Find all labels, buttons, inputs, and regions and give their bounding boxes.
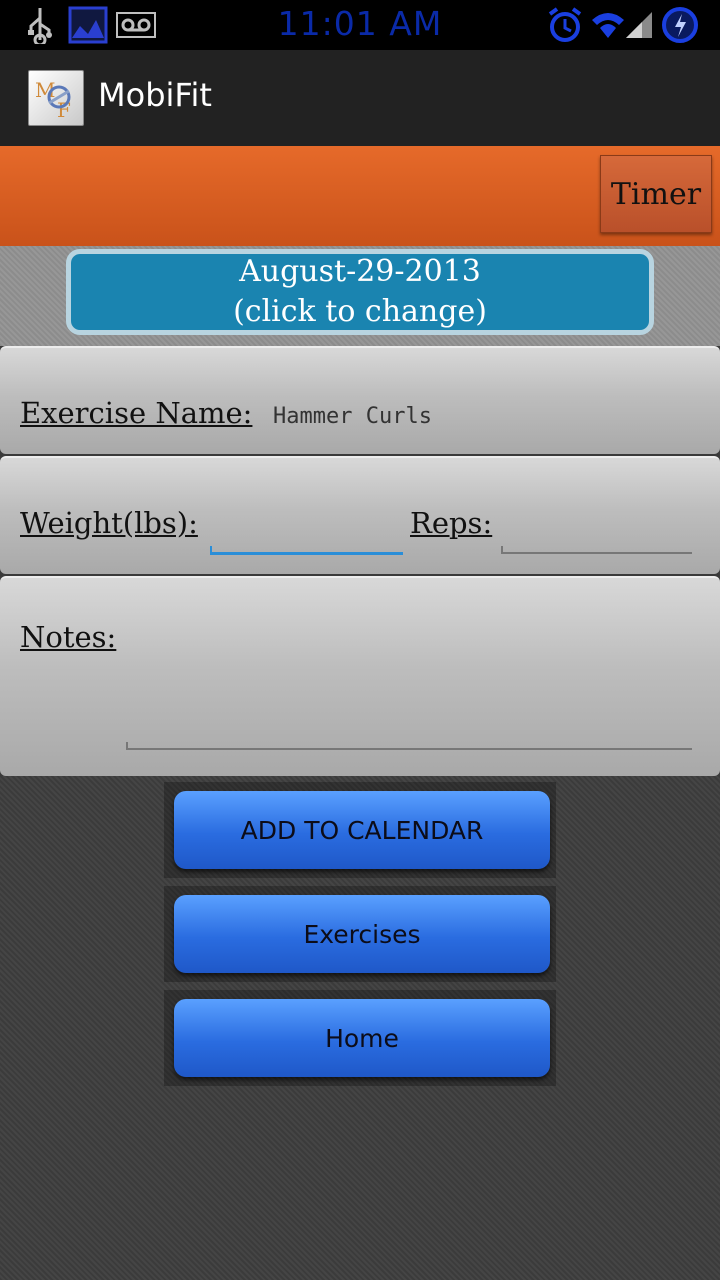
reps-input[interactable]	[501, 546, 692, 554]
notes-input[interactable]	[126, 742, 692, 750]
date-text: August-29-2013	[239, 254, 481, 289]
date-hint: (click to change)	[233, 294, 487, 329]
battery-icon	[660, 6, 700, 48]
exercise-name-value: Hammer Curls	[273, 404, 432, 429]
notes-label: Notes:	[20, 620, 117, 654]
wifi-icon	[590, 8, 626, 44]
action-bar: MF MobiFit	[0, 50, 720, 146]
status-bar: 11:01 AM	[0, 0, 720, 50]
weight-input[interactable]	[210, 546, 403, 555]
app-logo: MF	[28, 70, 84, 126]
alarm-icon	[546, 6, 584, 48]
timer-button[interactable]: Timer	[600, 155, 712, 233]
app-title: MobiFit	[98, 76, 212, 114]
reps-label: Reps:	[410, 506, 493, 540]
home-button[interactable]: Home	[174, 999, 550, 1077]
notes-panel: Notes:	[0, 576, 720, 776]
exercise-name-panel: Exercise Name: Hammer Curls	[0, 346, 720, 454]
date-picker-button[interactable]: August-29-2013 (click to change)	[66, 249, 654, 335]
exercises-button[interactable]: Exercises	[174, 895, 550, 973]
exercise-name-label: Exercise Name:	[20, 396, 253, 430]
weight-label: Weight(lbs):	[20, 506, 198, 540]
signal-icon	[624, 10, 654, 44]
weight-reps-panel: Weight(lbs): Reps:	[0, 456, 720, 574]
add-to-calendar-button[interactable]: ADD TO CALENDAR	[174, 791, 550, 869]
